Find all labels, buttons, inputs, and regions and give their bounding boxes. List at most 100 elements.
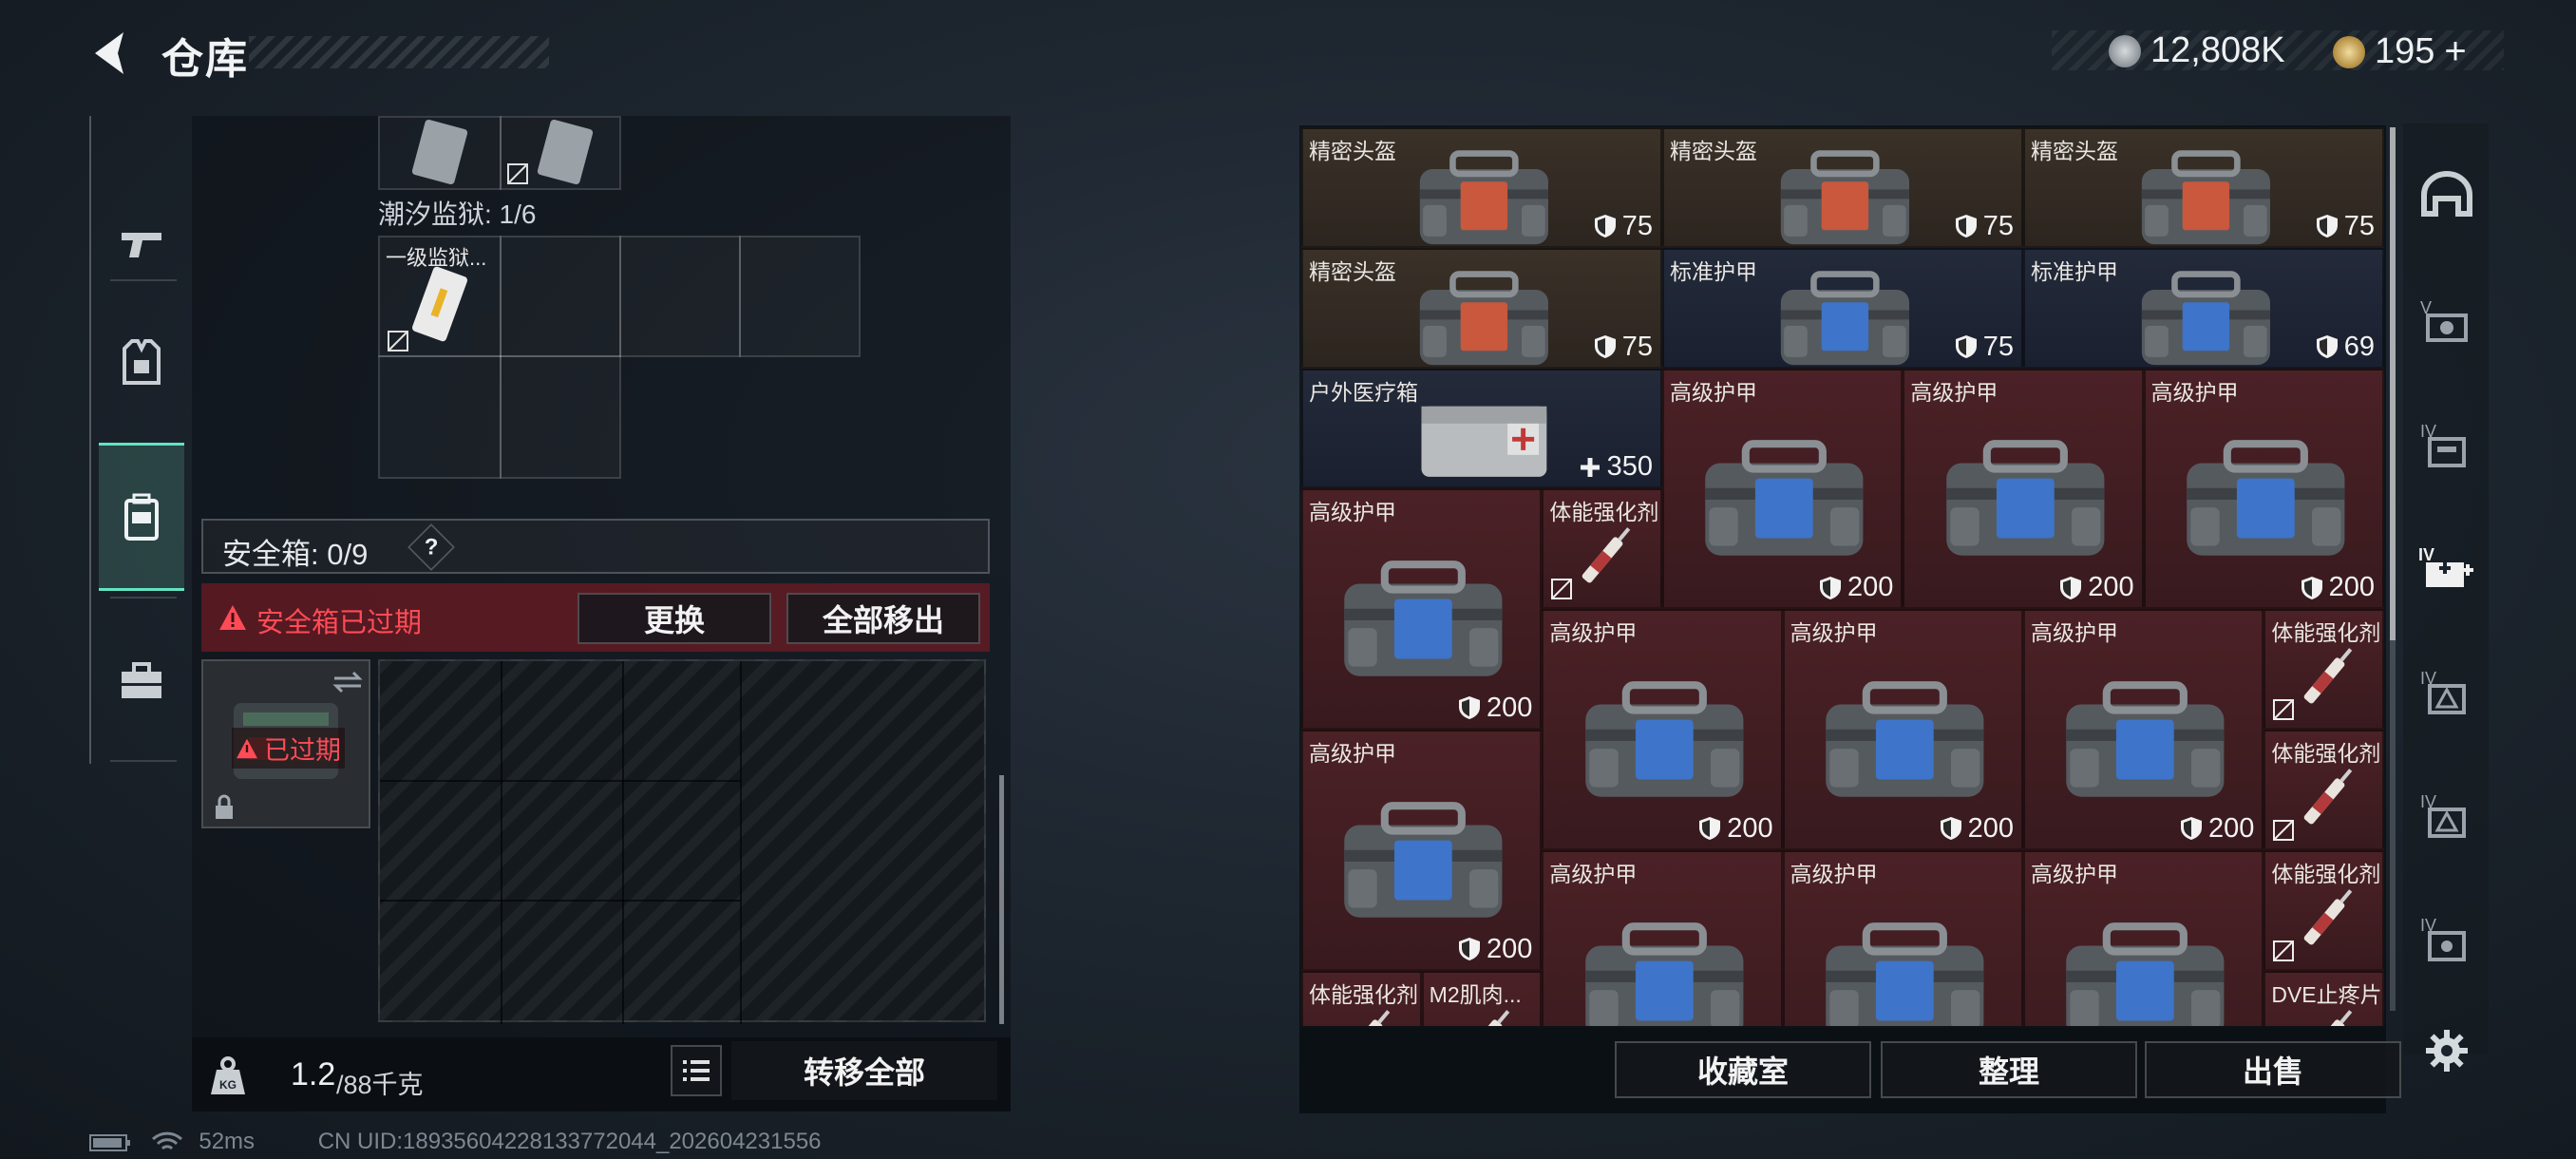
item-value-text: 200 [1486,933,1533,964]
shield-icon [2316,215,2338,238]
safebox-grid[interactable] [378,659,986,1024]
right-filter-nav: V IV IV IV IV IV [2403,124,2489,1054]
filter-helmet[interactable] [2411,158,2483,230]
inventory-item[interactable]: 高级护甲200 [1662,368,1904,610]
item-name: 户外医疗箱 [1309,379,1418,405]
tab-equipment[interactable] [99,291,184,433]
filter-misc-3[interactable]: IV [2411,902,2483,975]
collection-button[interactable]: 收藏室 [1615,1041,1871,1098]
inventory-item[interactable]: 标准护甲 75 [1662,247,2023,369]
inventory-item[interactable]: 高级护甲200 [1542,849,1783,1026]
inventory-item[interactable]: 户外医疗箱 350 [1301,368,1662,489]
item-name: 高级护甲 [1549,620,1638,646]
armor-bag-icon [1945,440,2105,557]
inventory-grid: 精密头盔 75 精密头盔 75 精密头盔 75 精密头盔 75 标准护甲 75 标准护甲 69 户外医疗… [1301,127,2384,1026]
inventory-item[interactable]: 高级护甲200 [1301,730,1543,971]
inventory-item[interactable]: 体能强化剂 [2263,849,2384,971]
inventory-item[interactable]: 标准护甲 69 [2023,247,2384,369]
item-value-text: 75 [1982,331,2014,362]
replace-button[interactable]: 更换 [578,593,771,644]
add-currency-icon[interactable]: + [2444,30,2466,73]
inventory-item[interactable]: 体能强化剂 [1542,488,1662,610]
item-value-text: 350 [1606,451,1653,483]
remove-all-button[interactable]: 全部移出 [786,593,980,644]
inventory-item[interactable]: 高级护甲200 [2143,368,2384,610]
item-slot[interactable] [378,116,502,190]
item-name: 标准护甲 [2031,258,2118,284]
triangle-tier-iv-icon: IV [2420,669,2466,714]
silver-amount: 12,808K [2150,30,2285,70]
item-slot[interactable] [500,116,621,190]
filter-medkit[interactable]: IV [2411,532,2483,604]
inventory-item[interactable]: 精密头盔 75 [2023,127,2384,248]
tab-inventory[interactable] [99,443,184,591]
gold-amount: 195 [2375,31,2435,71]
sort-button[interactable]: 整理 [1881,1041,2137,1098]
tab-case[interactable] [99,610,184,752]
filter-armor[interactable]: V [2411,285,2483,357]
item-value: 200 [1458,693,1532,724]
inventory-item[interactable]: 高级护甲200 [1903,368,2144,610]
warning-icon [219,605,246,630]
item-value-text: 200 [1486,692,1533,723]
gold-currency[interactable]: 195 + [2333,30,2467,73]
lock-broken-icon [2273,819,2295,841]
item-value: 200 [2059,572,2134,603]
filter-misc-2[interactable]: IV [2411,779,2483,851]
swap-icon[interactable] [331,669,365,695]
inventory-item[interactable]: 精密头盔 75 [1301,127,1662,248]
item-value: 200 [1940,813,2014,845]
back-button[interactable] [85,27,139,80]
item-name: 精密头盔 [1309,139,1396,163]
sell-button[interactable]: 出售 [2145,1041,2401,1098]
inventory-item[interactable]: 高级护甲200 [2023,849,2264,1026]
inventory-item[interactable]: 体能强化剂 [2263,609,2384,730]
item-value: 75 [1594,332,1653,363]
right-scrollbar-thumb[interactable] [2390,127,2396,640]
item-name: DVE止疼片 [2271,981,2382,1007]
left-scrollbar[interactable] [999,775,1004,1024]
inventory-item[interactable]: 高级护甲200 [2023,609,2264,850]
inventory-item[interactable]: 高级护甲200 [1542,609,1783,850]
svg-text:IV: IV [2418,545,2434,564]
filter-misc-1[interactable]: IV [2411,656,2483,728]
inventory-item[interactable]: 高级护甲200 [1301,488,1543,730]
filter-backpack[interactable]: IV [2411,408,2483,481]
settings-button[interactable] [2420,1024,2473,1077]
helmet-bag-icon [2141,149,2270,244]
safebox-thumbnail[interactable]: 已过期 [201,659,370,828]
left-nav [89,116,188,764]
item-name: 高级护甲 [2031,861,2118,886]
item-name: 高级护甲 [1549,861,1638,886]
helmet-bag-icon [1419,149,1548,244]
shield-icon [2301,576,2322,599]
inventory-item[interactable]: 高级护甲200 [1782,849,2023,1026]
briefcase-icon [122,662,161,698]
empty-slot[interactable] [739,236,861,357]
item-name: 精密头盔 [1670,139,1757,163]
inventory-item[interactable]: 体能强化剂 [1301,970,1422,1026]
item-name: 高级护甲 [1790,620,1878,646]
empty-slot[interactable] [500,355,621,479]
armor-bag-icon [2066,922,2225,1026]
transfer-all-button[interactable]: 转移全部 [731,1041,997,1100]
empty-slot[interactable] [500,236,621,357]
inventory-item[interactable]: 高级护甲 200 [1782,609,2023,850]
ping-text: 52ms [199,1129,256,1154]
inventory-item[interactable]: 精密头盔 75 [1301,247,1662,369]
inventory-item[interactable]: DVE止疼片 [2263,970,2384,1026]
item-value-text: 200 [2088,572,2134,603]
shield-icon [1594,335,1616,359]
inventory-item[interactable]: 体能强化剂 [2263,730,2384,850]
empty-slot[interactable] [378,355,502,479]
item-value-text: 200 [2207,812,2255,844]
kg-weight-icon: KG [211,1056,245,1094]
inventory-item[interactable]: 精密头盔 75 [1662,127,2023,248]
container-item[interactable]: 一级监狱... [378,236,502,357]
empty-slot[interactable] [619,236,741,357]
list-view-button[interactable] [671,1045,722,1096]
help-icon[interactable]: ? [407,523,455,571]
armor-bag-icon [2066,681,2225,797]
inventory-item[interactable]: M2肌肉... [1421,970,1543,1026]
item-value: 350 [1579,451,1653,483]
